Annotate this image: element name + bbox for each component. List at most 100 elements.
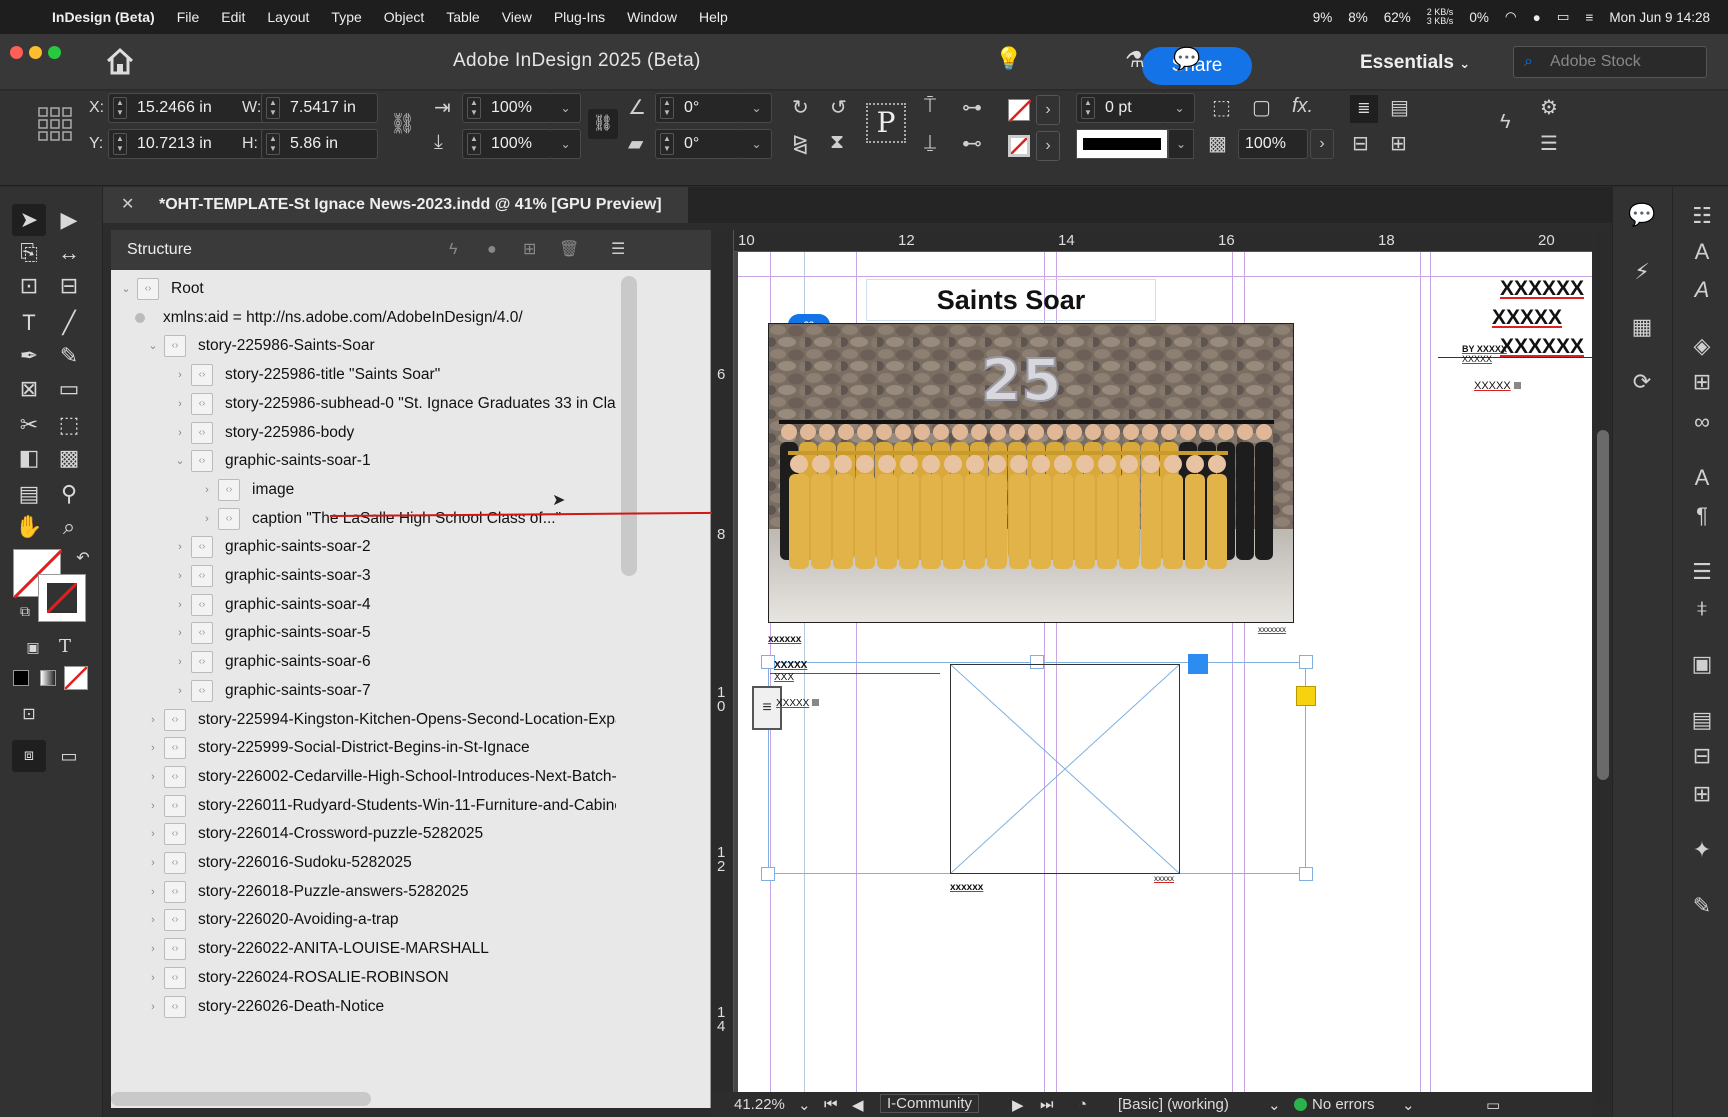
structure-tree-row[interactable]: ⌄ ‹› story-225986-Saints-Soar: [111, 331, 616, 361]
app-menu[interactable]: InDesign (Beta): [52, 9, 155, 25]
byline[interactable]: BY XXXXX XXXXX: [1462, 344, 1507, 364]
scissors-tool-icon[interactable]: ✂: [12, 409, 46, 441]
screen-mode-icon[interactable]: ⊡: [12, 699, 46, 731]
menu-file[interactable]: File: [177, 9, 200, 25]
adjust-icon[interactable]: ⧧: [1687, 595, 1717, 625]
network-status[interactable]: 2 KB/s 3 KB/s: [1427, 8, 1454, 26]
menu-layout[interactable]: Layout: [267, 9, 309, 25]
disclosure-closed-icon[interactable]: ›: [173, 647, 187, 677]
disclosure-closed-icon[interactable]: ›: [173, 360, 187, 390]
text-wrap-icon[interactable]: ▤: [1390, 95, 1409, 120]
content-collector-icon[interactable]: ⊡: [12, 270, 46, 302]
menu-table[interactable]: Table: [446, 9, 479, 25]
structure-tree-row[interactable]: › ‹› story-225986-body: [111, 418, 616, 448]
zoom-level[interactable]: 41.22%: [734, 1096, 785, 1113]
disclosure-closed-icon[interactable]: ›: [146, 733, 160, 763]
structure-tree-row[interactable]: ⌄ ‹› Root: [111, 274, 616, 304]
edit-icon[interactable]: ✎: [1687, 893, 1717, 923]
disclosure-closed-icon[interactable]: ›: [146, 705, 160, 735]
stroke-menu-button[interactable]: ›: [1036, 131, 1060, 161]
default-fill-stroke-icon[interactable]: ⧉: [8, 595, 42, 627]
height-field[interactable]: ▲ ▼ 5.86 in: [261, 129, 378, 159]
structure-tree-row[interactable]: › ‹› graphic-saints-soar-4: [111, 590, 616, 620]
formatting-container-icon[interactable]: ▣: [16, 631, 50, 663]
effects-fx-icon[interactable]: fx.: [1292, 95, 1313, 118]
headline-frame[interactable]: Saints Soar: [866, 279, 1156, 321]
memory-status[interactable]: 62%: [1384, 10, 1411, 25]
reference-point-icon[interactable]: [38, 107, 72, 141]
chevron-down-icon[interactable]: ⌄: [1165, 93, 1195, 123]
apply-none-icon[interactable]: [64, 666, 88, 690]
sidebar-text[interactable]: XXXXX: [1474, 380, 1521, 392]
vertical-scrollbar[interactable]: [621, 276, 637, 576]
structure-tree-row[interactable]: › ‹› graphic-saints-soar-6: [111, 647, 616, 677]
stepper-icon[interactable]: ▲ ▼: [113, 133, 127, 155]
validate-icon[interactable]: ϟ: [449, 230, 457, 270]
structure-tree-row[interactable]: › ‹› story-226024-ROSALIE-ROBINSON: [111, 963, 616, 993]
align-top-icon[interactable]: ⍑: [924, 95, 936, 118]
live-corner-widget[interactable]: [1296, 686, 1316, 706]
properties-panel-icon[interactable]: ⟳: [1627, 369, 1657, 399]
disclosure-closed-icon[interactable]: ›: [146, 762, 160, 792]
type-tool-icon[interactable]: T: [12, 307, 46, 339]
eyedropper-tool-icon[interactable]: ⚲: [52, 478, 86, 510]
user-icon[interactable]: ●: [1533, 10, 1541, 25]
disclosure-closed-icon[interactable]: ›: [173, 676, 187, 706]
menu-help[interactable]: Help: [699, 9, 728, 25]
stepper-icon[interactable]: ▲ ▼: [467, 133, 481, 155]
stroke-swatch[interactable]: [38, 574, 86, 622]
photo-caption-left[interactable]: xxxxxx: [768, 634, 801, 645]
line-tool-icon[interactable]: ╱: [52, 307, 86, 339]
horizontal-scrollbar[interactable]: [111, 1092, 371, 1106]
cpu-status[interactable]: 9%: [1313, 10, 1333, 25]
structure-tree-row[interactable]: › ‹› story-225999-Social-District-Begins-i…: [111, 733, 616, 763]
hand-tool-icon[interactable]: ✋: [12, 511, 46, 543]
gpu-status[interactable]: 8%: [1348, 10, 1368, 25]
disclosure-closed-icon[interactable]: ›: [146, 963, 160, 993]
structure-tree-row[interactable]: › ‹› graphic-saints-soar-2: [111, 532, 616, 562]
frame-caption-left[interactable]: xxxxxx: [950, 882, 983, 893]
character-icon[interactable]: A: [1687, 277, 1717, 307]
selection-handle[interactable]: [1299, 655, 1313, 669]
disclosure-closed-icon[interactable]: ›: [200, 504, 214, 534]
paragraph-icon[interactable]: ¶: [1687, 503, 1717, 533]
stepper-icon[interactable]: ▲ ▼: [467, 97, 481, 119]
gradient-swatch-tool-icon[interactable]: ◧: [12, 442, 46, 474]
width-field[interactable]: ▲ ▼ 7.5417 in: [261, 93, 378, 123]
note-tool-icon[interactable]: ▤: [12, 478, 46, 510]
disclosure-closed-icon[interactable]: ›: [146, 905, 160, 935]
disk-status[interactable]: 0%: [1469, 10, 1489, 25]
align-panel-icon[interactable]: ☰: [1687, 559, 1717, 589]
pen-tool-icon[interactable]: ✒: [12, 340, 46, 372]
menu-window[interactable]: Window: [627, 9, 677, 25]
table-icon[interactable]: ▤: [1687, 707, 1717, 737]
gradient-feather-tool-icon[interactable]: ▩: [52, 442, 86, 474]
cc-libraries-icon[interactable]: ⚡: [1627, 259, 1657, 289]
fill-menu-button[interactable]: ›: [1036, 95, 1060, 125]
structure-tree-row[interactable]: › ‹› story-225986-title "Saints Soar": [111, 360, 616, 390]
layers-styles-icon[interactable]: ☷: [1687, 203, 1717, 233]
new-element-icon[interactable]: ⊞: [523, 230, 536, 270]
stroke-none-swatch[interactable]: [1008, 135, 1030, 157]
paragraph-p-icon[interactable]: P: [866, 103, 906, 143]
apply-gradient-icon[interactable]: [40, 670, 56, 686]
chevron-down-icon[interactable]: ⌄: [1168, 129, 1194, 159]
disclosure-closed-icon[interactable]: ›: [173, 561, 187, 591]
structure-tree-row[interactable]: › ‹› story-226011-Rudyard-Students-Win-11-…: [111, 791, 616, 821]
control-center-icon[interactable]: ≡: [1586, 10, 1594, 25]
disclosure-closed-icon[interactable]: ›: [200, 475, 214, 505]
structure-tree-row[interactable]: › ‹› story-225986-subhead-0 "St. Ignace Gr…: [111, 389, 616, 419]
opacity-field[interactable]: 100%: [1238, 129, 1308, 159]
chevron-down-icon[interactable]: ⌄: [551, 129, 581, 159]
workspace-switcher[interactable]: Essentials ⌄: [1360, 52, 1470, 74]
structure-tree-row[interactable]: › ‹› graphic-saints-soar-7: [111, 676, 616, 706]
content-grabber[interactable]: [1188, 654, 1208, 674]
previous-page-icon[interactable]: ◀: [852, 1096, 864, 1114]
structure-tree-row[interactable]: › ‹› graphic-saints-soar-3: [111, 561, 616, 591]
minimize-window-button[interactable]: [29, 46, 42, 59]
body-text[interactable]: XXXXX XXX: [774, 660, 807, 684]
disclosure-open-icon[interactable]: ⌄: [146, 331, 160, 361]
structure-tree-row[interactable]: xmlns:aid = http://ns.adobe.com/AdobeInD…: [111, 303, 616, 333]
scale-x-field[interactable]: ▲ ▼ 100% ⌄: [462, 93, 581, 123]
vertical-ruler[interactable]: 6 8 1 0 1 2 1 4: [712, 230, 734, 1106]
